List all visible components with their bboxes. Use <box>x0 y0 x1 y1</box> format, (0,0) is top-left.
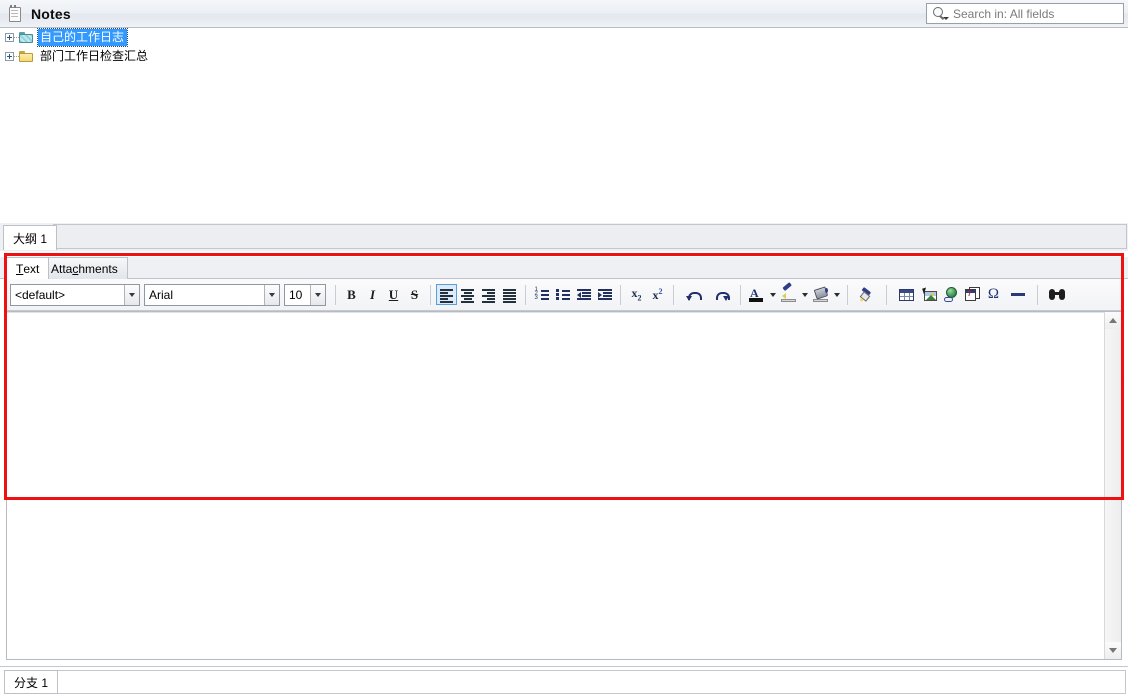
paragraph-style-combo[interactable]: <default> <box>10 283 140 306</box>
search-placeholder: Search in: All fields <box>953 6 1055 21</box>
toolbar-separator <box>740 284 741 305</box>
align-center-button[interactable] <box>457 284 478 305</box>
subscript-button[interactable]: x2 <box>626 284 647 305</box>
paint-bucket-icon <box>812 286 829 302</box>
toolbar-separator <box>1037 284 1038 305</box>
binoculars-icon <box>1049 288 1065 301</box>
calendar-day-number: 7 <box>967 291 972 298</box>
highlight-color-button[interactable] <box>778 282 810 305</box>
toolbar-separator <box>335 284 336 305</box>
folder-yellow-icon <box>19 50 35 63</box>
outline-tab-strip-background <box>53 224 1127 249</box>
formatting-toolbar: <default> Arial 10 B I U S 1 2 3 x2 x2 A… <box>6 279 1122 311</box>
align-right-button[interactable] <box>478 284 499 305</box>
insert-horizontal-line-button[interactable] <box>1004 284 1032 305</box>
toolbar-separator <box>620 284 621 305</box>
expander-plus-icon[interactable] <box>5 52 14 61</box>
tab-attachments[interactable]: Atta c hments <box>41 257 128 279</box>
increase-indent-button[interactable] <box>594 284 615 305</box>
tab-text[interactable]: Text <box>6 257 50 279</box>
insert-image-button[interactable] <box>920 284 941 305</box>
chevron-down-icon[interactable] <box>831 284 842 305</box>
outline-tab-strip: 大纲 1 <box>0 223 1128 251</box>
page-title: Notes <box>31 5 71 22</box>
expander-plus-icon[interactable] <box>5 33 14 42</box>
italic-button[interactable]: I <box>362 284 383 305</box>
highlighter-pen-icon <box>780 282 797 302</box>
numbered-list-button[interactable]: 1 2 3 <box>531 284 552 305</box>
background-color-button[interactable] <box>810 284 842 305</box>
image-icon <box>921 287 939 302</box>
editor-tab-strip: Text Atta c hments <box>0 257 1128 279</box>
search-input[interactable]: Search in: All fields <box>926 3 1124 24</box>
chevron-down-icon[interactable] <box>264 284 279 305</box>
format-painter-button[interactable] <box>853 284 881 305</box>
tree-item-label: 自己的工作日志 <box>36 28 129 47</box>
strikethrough-button[interactable]: S <box>404 284 425 305</box>
bulleted-list-button[interactable] <box>552 284 573 305</box>
editor-canvas[interactable] <box>7 312 1104 659</box>
toolbar-separator <box>525 284 526 305</box>
chevron-down-icon[interactable] <box>767 284 778 305</box>
globe-link-icon <box>943 287 960 302</box>
chevron-down-icon[interactable] <box>310 284 325 305</box>
decrease-indent-button[interactable] <box>573 284 594 305</box>
align-justify-button[interactable] <box>499 284 520 305</box>
insert-hyperlink-button[interactable] <box>941 284 962 305</box>
tab-outline-1[interactable]: 大纲 1 <box>3 225 58 250</box>
font-color-button[interactable]: A <box>746 284 778 305</box>
chevron-down-icon[interactable] <box>124 284 139 305</box>
horizontal-line-icon <box>1011 293 1025 296</box>
chevron-down-icon[interactable] <box>799 284 810 305</box>
tree-item-label: 部门工作日检查汇总 <box>40 49 149 63</box>
tree-item-own-work-log[interactable]: 自己的工作日志 <box>0 28 1128 47</box>
underline-button[interactable]: U <box>383 284 404 305</box>
font-color-icon: A <box>749 286 764 302</box>
font-size-combo[interactable]: 10 <box>284 283 326 306</box>
toolbar-separator <box>430 284 431 305</box>
paragraph-style-value: <default> <box>15 287 66 302</box>
app-header: Notes Search in: All fields <box>0 0 1128 28</box>
tree-item-dept-summary[interactable]: 部门工作日检查汇总 <box>0 47 1128 66</box>
font-size-value: 10 <box>289 287 303 302</box>
find-button[interactable] <box>1043 284 1071 305</box>
branch-tab-strip: 分支 1 <box>0 666 1128 699</box>
insert-table-button[interactable] <box>892 284 920 305</box>
editor-vertical-scrollbar[interactable] <box>1104 312 1121 659</box>
superscript-button[interactable]: x2 <box>647 284 668 305</box>
toolbar-separator <box>886 284 887 305</box>
font-family-value: Arial <box>149 287 174 302</box>
notepad-icon <box>7 4 23 22</box>
scroll-down-button[interactable] <box>1105 642 1121 659</box>
undo-button[interactable] <box>679 284 707 305</box>
bold-button[interactable]: B <box>341 284 362 305</box>
redo-button[interactable] <box>707 284 735 305</box>
align-left-button[interactable] <box>436 284 457 305</box>
notes-tree[interactable]: 自己的工作日志 部门工作日检查汇总 <box>0 28 1128 223</box>
insert-date-button[interactable]: 7 <box>962 284 983 305</box>
calendar-icon: 7 <box>964 287 981 302</box>
paint-brush-icon <box>859 287 875 302</box>
note-editor-pane: Text Atta c hments <default> Arial 10 B I … <box>0 253 1128 665</box>
branch-tab-strip-background <box>56 670 1126 694</box>
table-icon <box>898 288 914 301</box>
toolbar-separator <box>847 284 848 305</box>
insert-symbol-button[interactable]: Ω <box>983 284 1004 305</box>
tab-branch-1[interactable]: 分支 1 <box>4 670 59 694</box>
note-text-editor[interactable] <box>6 311 1122 660</box>
omega-icon: Ω <box>987 286 1000 302</box>
scroll-up-button[interactable] <box>1105 312 1121 329</box>
search-icon[interactable] <box>932 6 949 21</box>
toolbar-separator <box>673 284 674 305</box>
folder-cyan-icon <box>19 31 35 44</box>
font-family-combo[interactable]: Arial <box>144 283 280 306</box>
